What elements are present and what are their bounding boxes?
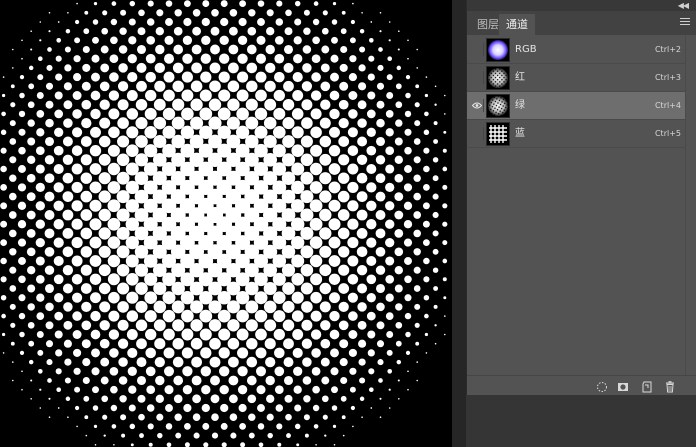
new-channel-icon[interactable] [640, 379, 654, 393]
channel-name: RGB [515, 44, 537, 55]
channel-name: 红 [515, 72, 525, 83]
visibility-toggle[interactable] [471, 43, 484, 56]
channel-row-rgb[interactable]: RGB Ctrl+2 [467, 36, 685, 64]
document-canvas[interactable] [0, 0, 452, 447]
visibility-toggle[interactable] [471, 99, 484, 112]
panel-menu-icon[interactable] [680, 18, 690, 27]
dotted-circle-selection-icon[interactable] [595, 379, 609, 393]
halftone-pattern-image [0, 0, 452, 447]
channel-thumbnail [486, 38, 510, 62]
panel-footer [467, 375, 696, 396]
trash-icon[interactable] [663, 379, 677, 393]
panel-dock-empty [466, 395, 696, 447]
double-chevron-left-icon[interactable]: ◀◀ [678, 1, 689, 10]
channel-name: 绿 [515, 100, 525, 111]
panel-scrollbar[interactable] [685, 36, 696, 376]
channel-thumbnail [486, 122, 510, 146]
channel-shortcut: Ctrl+5 [654, 129, 681, 138]
save-selection-as-channel-icon[interactable] [616, 379, 630, 393]
panel-title-bar: ◀◀ [467, 0, 696, 11]
channel-row-green[interactable]: 绿 Ctrl+4 [467, 92, 685, 120]
channel-thumbnail [486, 94, 510, 118]
channel-thumbnail [486, 66, 510, 90]
channel-shortcut: Ctrl+2 [654, 45, 681, 54]
visibility-toggle[interactable] [471, 127, 484, 140]
eye-icon [472, 102, 482, 109]
panel-tab-bar: 图层 通道 [467, 11, 696, 35]
channel-name: 蓝 [515, 128, 525, 139]
channel-row-blue[interactable]: 蓝 Ctrl+5 [467, 120, 685, 148]
channels-panel: ◀◀ 图层 通道 RGB Ctrl+2 红 Ctrl+3 绿 Ctrl+4 蓝 … [466, 0, 696, 396]
channel-list: RGB Ctrl+2 红 Ctrl+3 绿 Ctrl+4 蓝 Ctrl+5 [467, 36, 685, 148]
channel-shortcut: Ctrl+4 [654, 101, 681, 110]
tab-channels[interactable]: 通道 [499, 14, 535, 35]
channel-row-red[interactable]: 红 Ctrl+3 [467, 64, 685, 92]
workspace-gap [452, 0, 466, 447]
visibility-toggle[interactable] [471, 71, 484, 84]
channel-shortcut: Ctrl+3 [654, 73, 681, 82]
